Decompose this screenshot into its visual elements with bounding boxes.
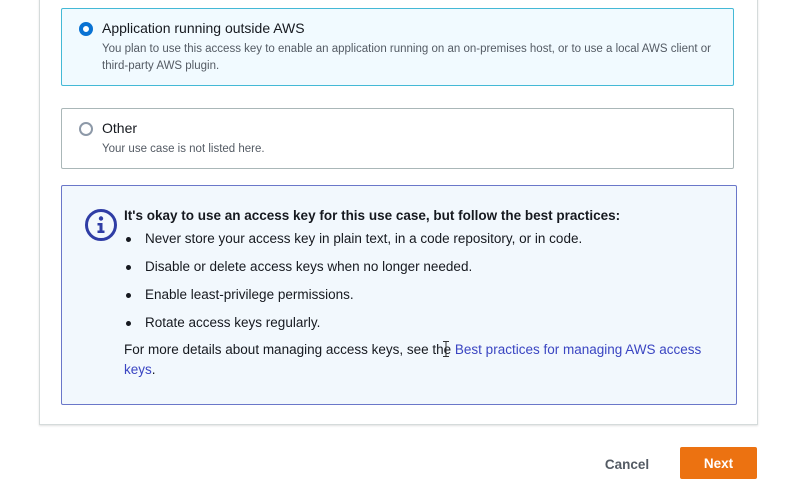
best-practices-alert: It's okay to use an access key for this … xyxy=(61,185,737,405)
more-details-suffix: . xyxy=(151,362,156,377)
option-title: Other xyxy=(102,120,138,136)
option-description: Your use case is not listed here. xyxy=(102,143,265,155)
info-icon xyxy=(85,209,117,241)
list-item: Never store your access key in plain tex… xyxy=(124,229,582,257)
bullet-dot xyxy=(126,293,131,298)
option-tile-outside-aws[interactable]: Application running outside AWS You plan… xyxy=(61,8,734,86)
bullet-dot xyxy=(126,265,131,270)
option-description: You plan to use this access key to enabl… xyxy=(102,43,712,72)
bullet-dot xyxy=(126,237,131,242)
radio-button-unchecked[interactable] xyxy=(79,122,93,136)
bullet-dot xyxy=(126,321,131,326)
list-item: Enable least-privilege permissions. xyxy=(124,285,582,313)
option-tile-other[interactable]: Other Your use case is not listed here. xyxy=(61,108,734,169)
cancel-button[interactable]: Cancel xyxy=(592,452,662,476)
more-details-prefix: For more details about managing access k… xyxy=(124,342,455,357)
list-item-text: Enable least-privilege permissions. xyxy=(145,287,354,302)
best-practices-list: Never store your access key in plain tex… xyxy=(124,229,582,341)
list-item-text: Disable or delete access keys when no lo… xyxy=(145,259,473,274)
list-item-text: Never store your access key in plain tex… xyxy=(145,231,583,246)
list-item: Rotate access keys regularly. xyxy=(124,313,582,341)
option-title: Application running outside AWS xyxy=(102,20,305,36)
more-details-text: For more details about managing access k… xyxy=(124,340,724,380)
next-button[interactable]: Next xyxy=(680,447,757,479)
alert-heading: It's okay to use an access key for this … xyxy=(124,208,621,223)
text-cursor-icon xyxy=(443,341,449,357)
list-item-text: Rotate access keys regularly. xyxy=(145,315,321,330)
radio-button-checked[interactable] xyxy=(79,22,93,36)
list-item: Disable or delete access keys when no lo… xyxy=(124,257,582,285)
